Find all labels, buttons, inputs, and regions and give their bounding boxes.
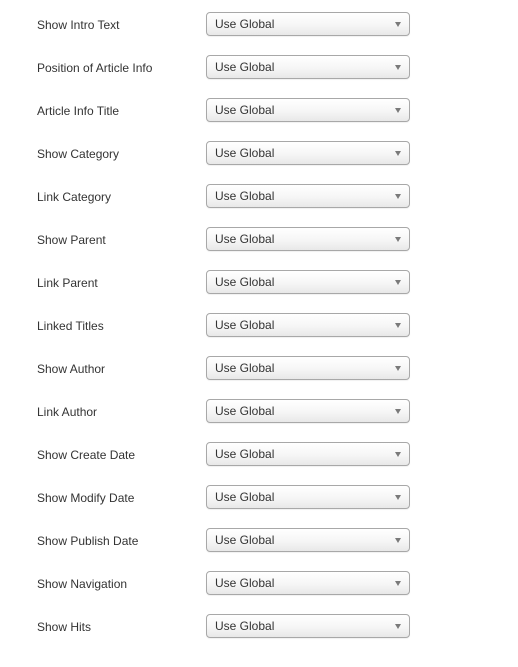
select-value: Use Global — [215, 146, 275, 160]
chevron-down-icon — [395, 280, 401, 285]
select-value: Use Global — [215, 318, 275, 332]
show-create-date-select[interactable]: Use Global — [206, 442, 410, 466]
setting-row-show-author: Show Author Use Global — [0, 356, 518, 382]
setting-label: Show Create Date — [37, 448, 136, 462]
select-value: Use Global — [215, 576, 275, 590]
setting-row-show-publish-date: Show Publish Date Use Global — [0, 528, 518, 554]
chevron-down-icon — [395, 495, 401, 500]
show-navigation-select[interactable]: Use Global — [206, 571, 410, 595]
setting-label: Show Author — [37, 362, 106, 376]
show-intro-text-select[interactable]: Use Global — [206, 12, 410, 36]
setting-row-show-category: Show Category Use Global — [0, 141, 518, 167]
chevron-down-icon — [395, 65, 401, 70]
setting-row-article-info-title: Article Info Title Use Global — [0, 98, 518, 124]
setting-row-show-intro-text: Show Intro Text Use Global — [0, 12, 518, 38]
chevron-down-icon — [395, 194, 401, 199]
setting-label: Show Navigation — [37, 577, 128, 591]
show-modify-date-select[interactable]: Use Global — [206, 485, 410, 509]
chevron-down-icon — [395, 452, 401, 457]
article-info-title-select[interactable]: Use Global — [206, 98, 410, 122]
select-value: Use Global — [215, 533, 275, 547]
setting-label: Show Hits — [37, 620, 92, 634]
show-parent-select[interactable]: Use Global — [206, 227, 410, 251]
show-publish-date-select[interactable]: Use Global — [206, 528, 410, 552]
setting-label: Show Publish Date — [37, 534, 139, 548]
setting-row-link-category: Link Category Use Global — [0, 184, 518, 210]
chevron-down-icon — [395, 624, 401, 629]
setting-label: Position of Article Info — [37, 61, 153, 75]
chevron-down-icon — [395, 151, 401, 156]
link-parent-select[interactable]: Use Global — [206, 270, 410, 294]
select-value: Use Global — [215, 17, 275, 31]
select-value: Use Global — [215, 490, 275, 504]
show-author-select[interactable]: Use Global — [206, 356, 410, 380]
show-hits-select[interactable]: Use Global — [206, 614, 410, 638]
setting-row-position-of-article-info: Position of Article Info Use Global — [0, 55, 518, 81]
select-value: Use Global — [215, 103, 275, 117]
setting-label: Show Parent — [37, 233, 106, 247]
setting-label: Linked Titles — [37, 319, 104, 333]
chevron-down-icon — [395, 538, 401, 543]
link-category-select[interactable]: Use Global — [206, 184, 410, 208]
select-value: Use Global — [215, 447, 275, 461]
chevron-down-icon — [395, 409, 401, 414]
setting-row-show-hits: Show Hits Use Global — [0, 614, 518, 640]
select-value: Use Global — [215, 60, 275, 74]
setting-row-link-author: Link Author Use Global — [0, 399, 518, 425]
chevron-down-icon — [395, 108, 401, 113]
linked-titles-select[interactable]: Use Global — [206, 313, 410, 337]
setting-label: Link Category — [37, 190, 112, 204]
setting-label: Link Author — [37, 405, 98, 419]
chevron-down-icon — [395, 237, 401, 242]
select-value: Use Global — [215, 189, 275, 203]
position-of-article-info-select[interactable]: Use Global — [206, 55, 410, 79]
setting-label: Show Category — [37, 147, 120, 161]
select-value: Use Global — [215, 404, 275, 418]
chevron-down-icon — [395, 22, 401, 27]
select-value: Use Global — [215, 619, 275, 633]
chevron-down-icon — [395, 323, 401, 328]
setting-row-link-parent: Link Parent Use Global — [0, 270, 518, 296]
article-options-form: Show Intro Text Use Global Position of A… — [0, 0, 518, 667]
setting-row-show-parent: Show Parent Use Global — [0, 227, 518, 253]
chevron-down-icon — [395, 581, 401, 586]
setting-label: Show Intro Text — [37, 18, 120, 32]
setting-label: Link Parent — [37, 276, 98, 290]
setting-label: Article Info Title — [37, 104, 120, 118]
setting-row-show-create-date: Show Create Date Use Global — [0, 442, 518, 468]
link-author-select[interactable]: Use Global — [206, 399, 410, 423]
select-value: Use Global — [215, 275, 275, 289]
setting-row-linked-titles: Linked Titles Use Global — [0, 313, 518, 339]
show-category-select[interactable]: Use Global — [206, 141, 410, 165]
chevron-down-icon — [395, 366, 401, 371]
setting-row-show-navigation: Show Navigation Use Global — [0, 571, 518, 597]
select-value: Use Global — [215, 361, 275, 375]
setting-label: Show Modify Date — [37, 491, 135, 505]
setting-row-show-modify-date: Show Modify Date Use Global — [0, 485, 518, 511]
select-value: Use Global — [215, 232, 275, 246]
